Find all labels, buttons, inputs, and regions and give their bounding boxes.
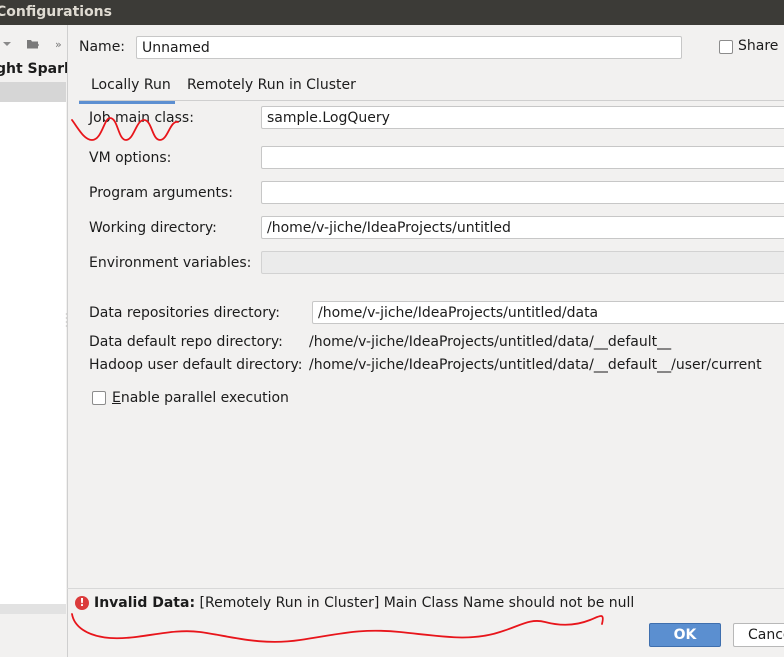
name-label: Name: [79, 39, 126, 55]
data-default-repo-directory-value: /home/v-jiche/IdeaProjects/untitled/data… [309, 334, 672, 350]
enable-parallel-execution-label: Enable parallel execution [112, 390, 289, 406]
status-separator [67, 588, 784, 589]
tab-divider [79, 100, 784, 101]
environment-variables-input[interactable] [261, 251, 784, 274]
splitter-handle[interactable]: · · · · [65, 311, 69, 331]
share-checkbox[interactable] [719, 40, 733, 54]
hadoop-user-default-directory-label: Hadoop user default directory: [89, 357, 303, 373]
title-bar: Configurations [0, 0, 784, 25]
tree-group-header[interactable]: ght Spark [0, 58, 67, 82]
data-default-repo-directory-label: Data default repo directory: [89, 334, 283, 350]
share-label: Share [738, 38, 779, 54]
environment-variables-label: Environment variables: [89, 255, 252, 271]
hadoop-user-default-directory-value: /home/v-jiche/IdeaProjects/untitled/data… [309, 357, 762, 373]
folder-add-icon[interactable] [26, 38, 40, 50]
status-message: Invalid Data: [Remotely Run in Cluster] … [94, 595, 635, 611]
window-title: Configurations [0, 4, 112, 20]
annotation-underline-status [71, 613, 604, 643]
data-repositories-directory-label: Data repositories directory: [89, 305, 280, 321]
job-main-class-label: Job main class: [89, 110, 194, 126]
vm-options-label: VM options: [89, 150, 172, 166]
tree-horizontal-scrollbar[interactable] [0, 604, 66, 614]
program-arguments-input[interactable] [261, 181, 784, 204]
ok-button[interactable]: OK [649, 623, 721, 647]
tree-toolbar: » [0, 25, 67, 57]
cancel-button[interactable]: Cancel [733, 623, 784, 647]
working-directory-input[interactable] [261, 216, 784, 239]
data-repositories-directory-input[interactable] [312, 301, 784, 324]
vm-options-input[interactable] [261, 146, 784, 169]
error-icon: ! [75, 596, 89, 610]
enable-parallel-execution-checkbox[interactable] [92, 391, 106, 405]
name-input[interactable] [136, 36, 682, 59]
program-arguments-label: Program arguments: [89, 185, 233, 201]
tree-list[interactable] [0, 102, 66, 604]
configurations-tree-panel: » ght Spark [0, 25, 68, 657]
working-directory-label: Working directory: [89, 220, 217, 236]
chevron-down-icon[interactable] [2, 40, 12, 48]
job-main-class-input[interactable] [261, 106, 784, 129]
tree-selected-item[interactable] [0, 82, 66, 102]
double-chevron-right-icon[interactable]: » [55, 38, 62, 51]
